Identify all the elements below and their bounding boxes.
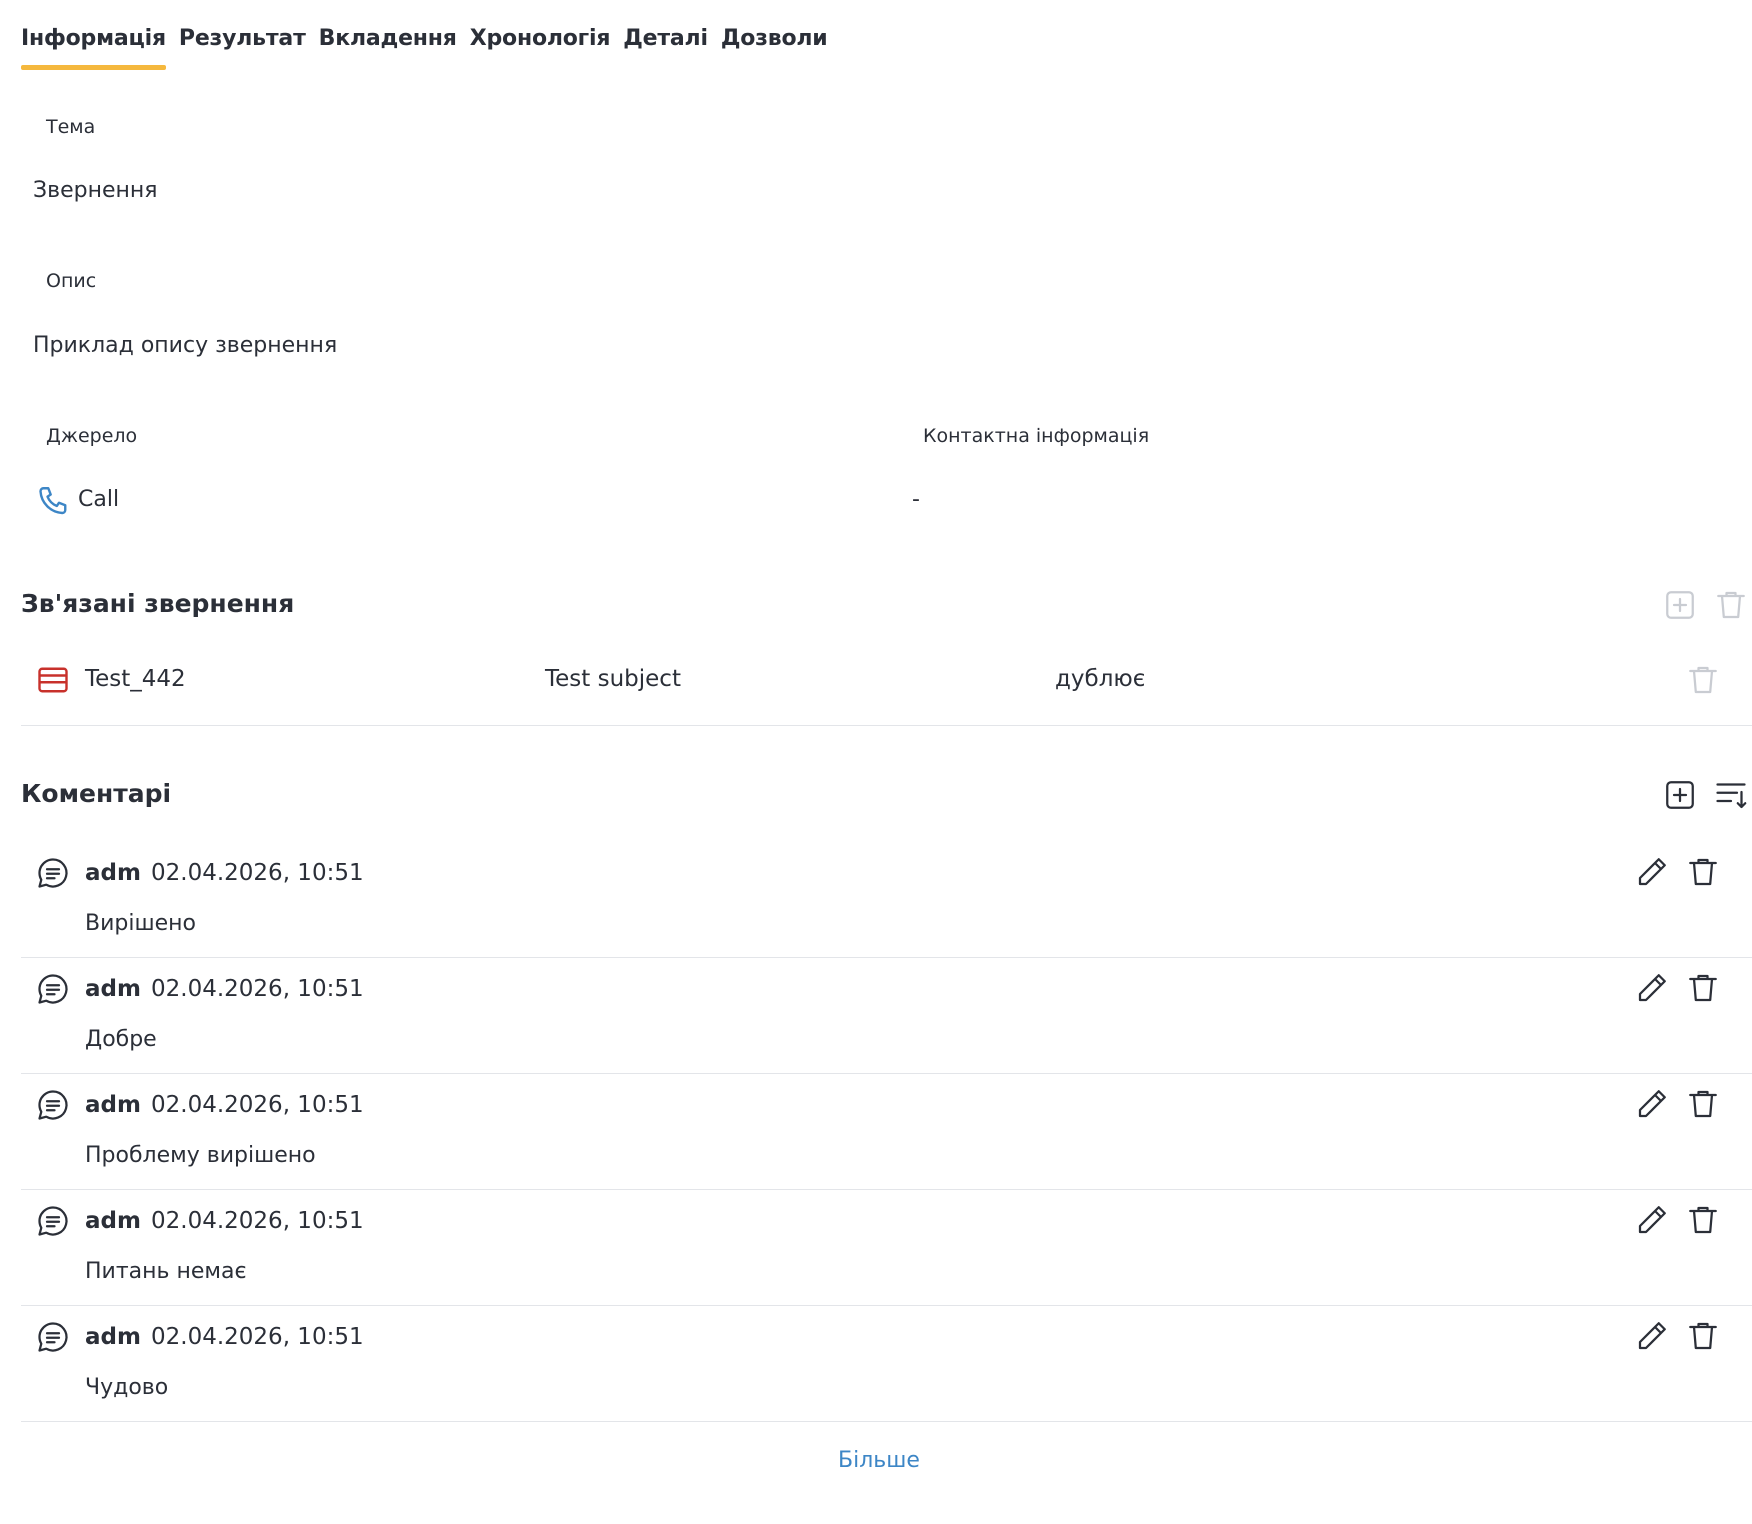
subject-value: Звернення [33, 178, 158, 203]
comment-bubble-icon [35, 855, 71, 891]
divider [21, 725, 1752, 726]
comment-author: adm [85, 860, 141, 886]
comment-bubble-icon [35, 1319, 71, 1355]
trash-icon [1689, 858, 1717, 886]
comment-text: Добре [85, 1027, 157, 1052]
edit-comment-button[interactable] [1633, 969, 1671, 1007]
trash-icon [1689, 1090, 1717, 1118]
related-cases-title: Зв'язані звернення [21, 589, 295, 618]
trash-icon [1689, 1206, 1717, 1234]
sort-comments-button[interactable] [1712, 776, 1750, 814]
subject-label: Тема [46, 116, 96, 138]
pencil-icon [1638, 1322, 1666, 1350]
comment-date: 02.04.2026, 10:51 [151, 1092, 364, 1118]
pencil-icon [1638, 858, 1666, 886]
comment-item: adm 02.04.2026, 10:51 Проблему вирішено [21, 1073, 1752, 1189]
contact-label: Контактна інформація [923, 425, 1150, 447]
trash-icon [1689, 974, 1717, 1002]
related-case-row[interactable]: Test_442 Test subject дублює [21, 645, 1752, 725]
comment-text: Вирішено [85, 911, 196, 936]
delete-comment-button[interactable] [1684, 969, 1722, 1007]
pencil-icon [1638, 1206, 1666, 1234]
comment-item: adm 02.04.2026, 10:51 Добре [21, 957, 1752, 1073]
phone-icon [36, 483, 72, 519]
comment-bubble-icon [35, 971, 71, 1007]
sort-icon [1716, 783, 1747, 809]
add-comment-button[interactable] [1661, 776, 1699, 814]
comment-bubble-icon [35, 1087, 71, 1123]
comment-text: Проблему вирішено [85, 1143, 316, 1168]
description-label: Опис [46, 270, 97, 292]
add-related-button[interactable] [1661, 586, 1699, 624]
comment-bubble-icon [35, 1203, 71, 1239]
case-folder-icon [35, 662, 71, 698]
tab-attachments[interactable]: Вкладення [319, 22, 457, 70]
comment-text: Питань немає [85, 1259, 247, 1284]
tab-bar: Інформація Результат Вкладення Хронологі… [21, 22, 840, 72]
comments-title: Коментарі [21, 779, 172, 808]
delete-comment-button[interactable] [1684, 1085, 1722, 1123]
comment-date: 02.04.2026, 10:51 [151, 860, 364, 886]
comment-item: adm 02.04.2026, 10:51 Питань немає [21, 1189, 1752, 1305]
delete-related-button[interactable] [1684, 661, 1722, 699]
related-case-relation: дублює [1055, 666, 1146, 692]
comment-date: 02.04.2026, 10:51 [151, 1324, 364, 1350]
tab-details[interactable]: Деталі [623, 22, 708, 70]
tab-chronology[interactable]: Хронологія [470, 22, 611, 70]
tab-permissions[interactable]: Дозволи [721, 22, 828, 70]
pencil-icon [1638, 1090, 1666, 1118]
delete-comment-button[interactable] [1684, 853, 1722, 891]
comment-author: adm [85, 1092, 141, 1118]
tab-information[interactable]: Інформація [21, 22, 166, 70]
edit-comment-button[interactable] [1633, 1085, 1671, 1123]
source-value: Call [78, 487, 120, 512]
show-more-link[interactable]: Більше [838, 1448, 920, 1473]
comment-text: Чудово [85, 1375, 169, 1400]
comment-date: 02.04.2026, 10:51 [151, 1208, 364, 1234]
source-label: Джерело [46, 425, 138, 447]
comment-author: adm [85, 1208, 141, 1234]
comment-author: adm [85, 976, 141, 1002]
trash-icon [1717, 591, 1745, 619]
edit-comment-button[interactable] [1633, 1317, 1671, 1355]
related-case-id[interactable]: Test_442 [85, 666, 186, 692]
comment-author: adm [85, 1324, 141, 1350]
comment-date: 02.04.2026, 10:51 [151, 976, 364, 1002]
edit-comment-button[interactable] [1633, 853, 1671, 891]
related-case-subject: Test subject [545, 666, 681, 692]
description-value: Приклад опису звернення [33, 333, 338, 358]
contact-value: - [912, 487, 920, 512]
comment-item: adm 02.04.2026, 10:51 Чудово [21, 1305, 1752, 1421]
delete-comment-button[interactable] [1684, 1317, 1722, 1355]
trash-icon [1689, 1322, 1717, 1350]
trash-icon [1689, 666, 1717, 694]
edit-comment-button[interactable] [1633, 1201, 1671, 1239]
tab-result[interactable]: Результат [179, 22, 306, 70]
comment-item: adm 02.04.2026, 10:51 Вирішено [21, 841, 1752, 957]
delete-related-all-button[interactable] [1712, 586, 1750, 624]
divider [21, 1421, 1752, 1422]
plus-square-icon [1666, 781, 1694, 809]
plus-square-icon [1666, 591, 1694, 619]
delete-comment-button[interactable] [1684, 1201, 1722, 1239]
pencil-icon [1638, 974, 1666, 1002]
